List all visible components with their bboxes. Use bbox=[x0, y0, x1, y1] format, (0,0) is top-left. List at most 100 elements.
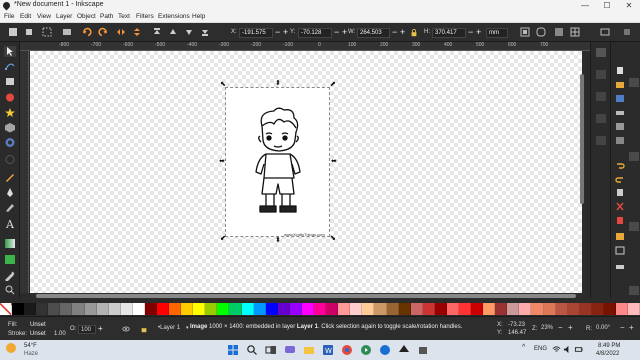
import-icon[interactable] bbox=[615, 122, 625, 131]
lower-icon[interactable] bbox=[184, 27, 194, 37]
color-swatch[interactable] bbox=[495, 303, 508, 315]
y-plus-button[interactable]: + bbox=[342, 28, 347, 37]
color-swatch[interactable] bbox=[277, 303, 290, 315]
gradient-tool-icon[interactable] bbox=[4, 238, 16, 249]
overflow-menu-icon[interactable] bbox=[622, 27, 632, 37]
copy-icon[interactable] bbox=[615, 188, 625, 197]
task-view-icon[interactable] bbox=[265, 344, 277, 356]
flip-vertical-icon[interactable] bbox=[132, 27, 142, 37]
clock-time[interactable]: 8:49 PM bbox=[598, 343, 620, 349]
word-icon[interactable]: W bbox=[322, 344, 334, 356]
select-all-icon[interactable] bbox=[8, 27, 18, 37]
layer-lock-icon[interactable] bbox=[140, 325, 148, 333]
x-plus-button[interactable]: + bbox=[283, 28, 288, 37]
color-swatch[interactable] bbox=[193, 303, 206, 315]
mesh-tool-icon[interactable] bbox=[4, 254, 16, 265]
pencil-tool-icon[interactable] bbox=[4, 172, 16, 183]
current-layer-select[interactable]: •Layer 1 bbox=[158, 325, 180, 331]
rotation-minus-button[interactable]: − bbox=[620, 323, 625, 332]
unit-select[interactable]: mm bbox=[486, 28, 508, 38]
wifi-icon[interactable] bbox=[552, 345, 561, 354]
pen-tool-icon[interactable] bbox=[4, 187, 16, 198]
store-icon[interactable] bbox=[417, 344, 429, 356]
deselect-icon[interactable] bbox=[42, 27, 52, 37]
color-swatch[interactable] bbox=[615, 303, 629, 315]
inkscape-taskbar-icon[interactable] bbox=[398, 344, 410, 356]
color-swatch[interactable] bbox=[603, 303, 616, 315]
scale-corners-icon[interactable] bbox=[536, 27, 546, 37]
panel-toggle-icon[interactable] bbox=[629, 222, 639, 231]
menu-file[interactable]: File bbox=[4, 13, 14, 20]
color-swatch[interactable] bbox=[217, 303, 230, 315]
color-swatch[interactable] bbox=[446, 303, 459, 315]
color-swatch[interactable] bbox=[36, 303, 49, 315]
spray-tool-icon[interactable] bbox=[4, 154, 16, 165]
color-swatch[interactable] bbox=[350, 303, 363, 315]
color-swatch[interactable] bbox=[398, 303, 411, 315]
snap-bbox-icon[interactable] bbox=[596, 70, 606, 79]
layers-icon[interactable] bbox=[615, 262, 625, 271]
zoom-plus-button[interactable]: + bbox=[568, 323, 573, 332]
color-swatch[interactable] bbox=[181, 303, 194, 315]
search-icon[interactable] bbox=[246, 344, 258, 356]
select-in-all-layers-icon[interactable] bbox=[24, 27, 34, 37]
minimize-button[interactable]: — bbox=[574, 0, 596, 11]
ungroup-icon[interactable] bbox=[615, 246, 625, 255]
opacity-input[interactable]: 100 bbox=[78, 325, 96, 334]
scale-stroke-icon[interactable] bbox=[520, 27, 530, 37]
h-minus-button[interactable]: − bbox=[468, 28, 473, 37]
weather-temp[interactable]: 54°F bbox=[24, 343, 37, 349]
export-icon[interactable] bbox=[615, 136, 625, 145]
color-swatch[interactable] bbox=[132, 303, 145, 315]
color-swatch[interactable] bbox=[519, 303, 532, 315]
menu-text[interactable]: Text bbox=[118, 13, 130, 20]
canvas[interactable]: www.KraftyThings.com ⬉ ⬍ ⬈ ⬌ ⬌ ⬋ ⬍ ⬊ bbox=[30, 51, 582, 293]
menu-layer[interactable]: Layer bbox=[56, 13, 72, 20]
print-icon[interactable] bbox=[615, 108, 625, 117]
snap-midpoints-icon[interactable] bbox=[596, 136, 606, 145]
menu-object[interactable]: Object bbox=[77, 13, 96, 20]
color-swatch[interactable] bbox=[579, 303, 592, 315]
menu-edit[interactable]: Edit bbox=[20, 13, 31, 20]
color-swatch[interactable] bbox=[386, 303, 399, 315]
panel-toggle-icon[interactable] bbox=[629, 78, 639, 87]
color-swatch[interactable] bbox=[253, 303, 266, 315]
spiral-tool-icon[interactable] bbox=[4, 137, 16, 148]
open-document-icon[interactable] bbox=[615, 80, 625, 89]
close-button[interactable]: ✕ bbox=[618, 0, 640, 11]
selector-tool-icon[interactable] bbox=[4, 46, 16, 57]
w-plus-button[interactable]: + bbox=[400, 28, 405, 37]
paste-icon[interactable] bbox=[615, 216, 625, 225]
menu-path[interactable]: Path bbox=[100, 13, 113, 20]
cut-icon[interactable] bbox=[615, 202, 625, 211]
color-swatch[interactable] bbox=[483, 303, 496, 315]
color-swatch[interactable] bbox=[628, 303, 640, 315]
flip-horizontal-icon[interactable] bbox=[116, 27, 126, 37]
app-icon[interactable] bbox=[379, 344, 391, 356]
w-minus-button[interactable]: − bbox=[392, 28, 397, 37]
battery-icon[interactable] bbox=[574, 345, 584, 354]
menu-extensions[interactable]: Extensions bbox=[158, 13, 190, 20]
color-swatch[interactable] bbox=[265, 303, 278, 315]
windows-start-icon[interactable] bbox=[227, 344, 239, 356]
color-swatch[interactable] bbox=[567, 303, 580, 315]
layer-dropdown-icon[interactable]: ▾ bbox=[186, 325, 189, 331]
x-minus-button[interactable]: − bbox=[275, 28, 280, 37]
redo-icon[interactable] bbox=[615, 174, 625, 183]
opacity-plus-button[interactable]: + bbox=[98, 324, 103, 333]
move-gradients-icon[interactable] bbox=[554, 27, 564, 37]
3d-box-tool-icon[interactable] bbox=[4, 122, 16, 133]
zoom-tool-icon[interactable] bbox=[4, 284, 16, 295]
h-plus-button[interactable]: + bbox=[476, 28, 481, 37]
color-swatch[interactable] bbox=[531, 303, 544, 315]
weather-desc[interactable]: Haze bbox=[24, 351, 38, 357]
color-swatch[interactable] bbox=[205, 303, 218, 315]
color-swatch[interactable] bbox=[72, 303, 85, 315]
color-swatch[interactable] bbox=[229, 303, 242, 315]
color-swatch[interactable] bbox=[108, 303, 121, 315]
panel-toggle-icon[interactable] bbox=[629, 152, 639, 161]
color-swatch[interactable] bbox=[338, 303, 351, 315]
menu-view[interactable]: View bbox=[37, 13, 51, 20]
color-swatch[interactable] bbox=[434, 303, 447, 315]
panel-toggle-icon[interactable] bbox=[629, 286, 639, 295]
